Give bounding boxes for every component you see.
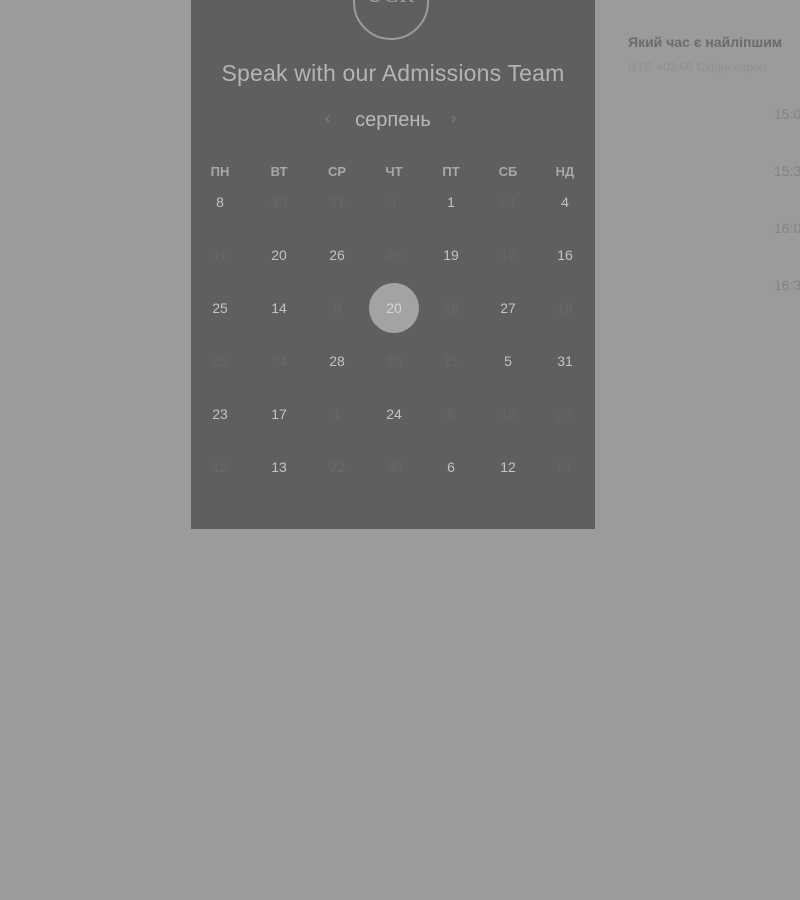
calendar-day-selected[interactable]: 20: [369, 283, 419, 333]
calendar-day: 18: [557, 300, 573, 316]
calendar-day: 1: [333, 406, 341, 422]
calendar-day: 30: [271, 194, 287, 210]
calendar-day[interactable]: 31: [540, 336, 590, 386]
calendar-day: 5: [333, 300, 341, 316]
time-question: Який час є найліпшим: [628, 34, 783, 50]
calendar-day: 11: [212, 247, 228, 263]
calendar-day[interactable]: 26: [312, 230, 362, 280]
calendar-grid: 8 30 31 1 1 24 4 11 20 26 29 19 15 16 25 14 5 20 20 27 18 23 2…: [191, 0, 595, 529]
calendar-day: 11: [443, 353, 459, 369]
calendar-day: 10: [386, 353, 402, 369]
calendar-day[interactable]: 24: [369, 389, 419, 439]
time-selection: Який час є найліпшим UTC +03:00 Східноєв…: [628, 0, 800, 300]
calendar-day: 31: [329, 194, 345, 210]
calendar-day[interactable]: 5: [483, 336, 533, 386]
calendar-day[interactable]: 25: [195, 283, 245, 333]
calendar-day[interactable]: 23: [195, 389, 245, 439]
calendar-day: 16: [500, 406, 516, 422]
calendar-day[interactable]: 4: [540, 177, 590, 227]
calendar-day: 24: [500, 194, 516, 210]
calendar-day: 1: [390, 194, 398, 210]
time-slot[interactable]: 16:3: [774, 277, 800, 293]
calendar-day: 30: [386, 459, 402, 475]
time-slot[interactable]: 15:3: [774, 163, 800, 179]
calendar-day[interactable]: 17: [254, 389, 304, 439]
time-slot[interactable]: 16:0: [774, 220, 800, 236]
calendar-day[interactable]: 14: [254, 283, 304, 333]
calendar-day[interactable]: 19: [426, 230, 476, 280]
calendar-day[interactable]: 28: [312, 336, 362, 386]
calendar-day[interactable]: 16: [540, 230, 590, 280]
calendar-day: 8: [447, 406, 455, 422]
calendar-day: 24: [271, 353, 287, 369]
calendar-day: 12: [212, 459, 228, 475]
calendar-day: 15: [500, 247, 516, 263]
calendar-day[interactable]: 1: [426, 177, 476, 227]
time-slot[interactable]: 15:0: [774, 106, 800, 122]
calendar-day: 29: [386, 247, 402, 263]
calendar-day[interactable]: 20: [254, 230, 304, 280]
timezone-selector[interactable]: UTC +03:00 Східноєвроп: [628, 60, 766, 74]
calendar-day[interactable]: 27: [483, 283, 533, 333]
calendar-day[interactable]: 12: [483, 442, 533, 492]
calendar-day[interactable]: 8: [195, 177, 245, 227]
calendar-day: 27: [557, 406, 573, 422]
calendar-day: 21: [557, 459, 573, 475]
calendar-day[interactable]: 13: [254, 442, 304, 492]
calendar-day[interactable]: 6: [426, 442, 476, 492]
calendar-day: 20: [443, 300, 459, 316]
calendar-day: 22: [329, 459, 345, 475]
calendar-day: 23: [212, 353, 228, 369]
calendar-panel: UCR Speak with our Admissions Team ‹ сер…: [191, 0, 595, 529]
